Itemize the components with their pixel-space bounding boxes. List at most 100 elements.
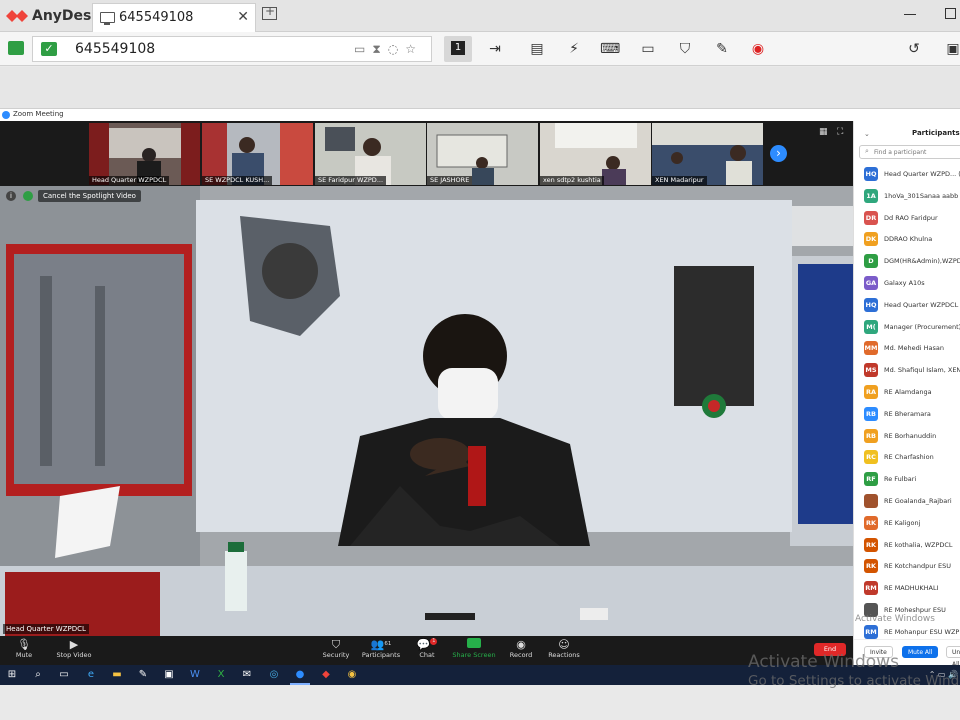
task-view-icon[interactable]: ▭ — [58, 669, 70, 681]
participant-name: RE Alamdanga — [884, 387, 932, 396]
participant-search[interactable]: ⌕ — [859, 145, 960, 159]
participant-thumbnail[interactable]: SE JASHORE — [427, 123, 538, 185]
participant-row[interactable]: RC RE Charfashion — [854, 447, 960, 469]
participant-name: Head Quarter WZPD... (Host) — [884, 170, 960, 178]
anydesk-app-icon[interactable]: ◆ — [320, 669, 332, 681]
session-tab[interactable]: 645549108 ✕ — [92, 3, 256, 32]
actions-lightning-icon[interactable]: ⚡ — [564, 39, 584, 59]
participant-avatar: D — [864, 254, 878, 269]
participant-name: RE Moheshpur ESU — [884, 605, 946, 614]
participant-avatar: DK — [864, 232, 878, 247]
participant-avatar: RC — [864, 450, 878, 465]
participant-avatar: DR — [864, 210, 878, 225]
history-icon[interactable]: ↺ — [904, 39, 924, 59]
participant-row[interactable]: 1A 1hoVa_301Sanaa aabb ooo — [854, 186, 960, 208]
file-explorer-icon[interactable]: ▬ — [111, 669, 123, 681]
participant-row[interactable]: RK RE Kaligonj — [854, 513, 960, 535]
minimize-window-icon[interactable] — [904, 14, 916, 15]
edge-browser-icon[interactable]: e — [85, 669, 97, 681]
chrome-icon[interactable]: ◎ — [268, 669, 280, 681]
participant-avatar: 1A — [864, 188, 878, 203]
participant-row[interactable]: MM Md. Mehedi Hasan — [854, 338, 960, 360]
store-icon[interactable]: ▣ — [163, 669, 175, 681]
participant-avatar: RK — [864, 537, 878, 552]
participant-row[interactable]: RK RE kothalia, WZPDCL — [854, 535, 960, 557]
participant-row[interactable]: HQ Head Quarter WZPD... (Host) — [854, 164, 960, 186]
anydesk-toolbar: ✓ 645549108 ▭⧗◌☆ 1 ⇥ ▤ ⚡ ⌨ ▭ ⛉ ✎ ◉ ↺ ▣ — [0, 32, 960, 66]
new-tab-icon[interactable] — [262, 4, 277, 20]
menu-icon[interactable]: ▣ — [943, 39, 960, 59]
participant-avatar: RM — [864, 624, 878, 639]
participant-thumbnail[interactable]: SE WZPDCL KUSH... — [202, 123, 313, 185]
zoom-app-icon[interactable]: ● — [294, 669, 306, 681]
microphone-icon: 🎙 — [17, 638, 31, 651]
maximize-window-icon[interactable] — [945, 8, 956, 19]
cancel-spotlight-button[interactable]: Cancel the Spotlight Video — [38, 190, 141, 202]
participants-panel: ⌄ Participants (61) ⌕ HQ Head Quarter WZP… — [853, 121, 960, 665]
participant-row[interactable]: RF Re Fulbari — [854, 469, 960, 491]
encryption-shield-icon[interactable] — [23, 191, 33, 201]
gallery-next-icon[interactable]: › — [770, 145, 787, 162]
address-bar[interactable]: ✓ 645549108 ▭⧗◌☆ — [32, 36, 432, 62]
collapse-panel-icon[interactable]: ⌄ — [864, 130, 870, 138]
mute-label: Mute — [15, 651, 33, 659]
gallery-view-icon[interactable]: ▦ — [819, 127, 828, 137]
reactions-button[interactable]: ☺ Reactions — [536, 638, 592, 660]
participant-avatar: HQ — [864, 297, 878, 312]
thumbnail-name: SE WZPDCL KUSH... — [202, 176, 273, 185]
keyboard-icon[interactable]: ⌨ — [600, 39, 620, 59]
participant-avatar: MS — [864, 363, 878, 378]
participant-row[interactable]: M(Manager (Procurement) — [854, 317, 960, 339]
participant-row[interactable]: HQ Head Quarter WZPDCL — [854, 295, 960, 317]
notes-app-icon[interactable]: ✎ — [137, 669, 149, 681]
whiteboard-pen-icon[interactable]: ✎ — [712, 39, 732, 59]
info-icon[interactable]: i — [6, 191, 16, 201]
participant-thumbnail[interactable]: XEN Madaripur — [652, 123, 763, 185]
participant-row[interactable]: RE Goalanda_Rajbari — [854, 491, 960, 513]
participant-row[interactable]: GA Galaxy A10s — [854, 273, 960, 295]
stop-video-button[interactable]: ▶ Stop Video — [46, 638, 102, 660]
participant-row[interactable]: RM RE MADHUKHALI — [854, 578, 960, 600]
zoom-window-title: Zoom Meeting — [13, 110, 64, 118]
chat-icon[interactable]: ▤ — [527, 39, 547, 59]
chat-badge: 1 — [430, 638, 438, 645]
participant-avatar: GA — [864, 275, 878, 290]
participant-search-input[interactable] — [874, 146, 960, 158]
participant-name: DGM(HR&Admin),WZPDCL — [884, 257, 960, 266]
participant-row[interactable]: RK RE Kotchandpur ESU — [854, 556, 960, 578]
address-actions-icon[interactable]: ▭⧗◌☆ — [354, 42, 423, 57]
transfer-icon[interactable]: ⇥ — [485, 39, 505, 59]
participant-name: Head Quarter WZPDCL — [884, 300, 959, 309]
participant-thumbnail[interactable]: SE Faridpur WZPD... — [315, 123, 426, 185]
participant-thumbnail[interactable]: Head Quarter WZPDCL — [89, 123, 200, 185]
chrome-browser-icon[interactable]: ◉ — [346, 669, 358, 681]
participant-name: RE MADHUKHALI — [884, 584, 939, 593]
windows-start-icon[interactable]: ⊞ — [6, 669, 18, 681]
participant-row[interactable]: DR Dd RAO Faridpur — [854, 208, 960, 230]
zoom-control-bar: 🎙 Mute ▶ Stop Video ⛉ Security 👥61 Parti… — [0, 636, 853, 665]
participant-row[interactable]: RB RE Bheramara — [854, 404, 960, 426]
record-session-icon[interactable]: ◉ — [748, 39, 768, 59]
participant-avatar: M( — [864, 319, 878, 334]
mail-icon[interactable]: ✉ — [241, 669, 253, 681]
close-tab-icon[interactable]: ✕ — [237, 9, 249, 25]
anydesk-logo-icon — [6, 10, 28, 22]
participant-row[interactable]: RA RE Alamdanga — [854, 382, 960, 404]
participant-row[interactable]: MS Md. Shafiqul Islam, XEN,... — [854, 360, 960, 382]
permissions-shield-icon[interactable]: ⛉ — [675, 39, 695, 59]
participant-name: Dd RAO Faridpur — [884, 213, 938, 222]
excel-icon[interactable]: X — [215, 669, 227, 681]
participant-row[interactable]: D DGM(HR&Admin),WZPDCL — [854, 251, 960, 273]
thumbnail-name: Head Quarter WZPDCL — [89, 176, 170, 185]
participant-name: RE kothalia, WZPDCL — [884, 540, 953, 549]
participant-row[interactable]: RB RE Borhanuddin — [854, 426, 960, 448]
mute-button[interactable]: 🎙 Mute — [0, 638, 52, 660]
participant-avatar: HQ — [864, 167, 878, 181]
participant-row[interactable]: DK DDRAO Khulna — [854, 229, 960, 251]
participant-thumbnail[interactable]: xen sdtp2 kushtia — [540, 123, 651, 185]
display-icon[interactable]: ▭ — [638, 39, 658, 59]
search-icon[interactable]: ⌕ — [32, 669, 44, 681]
word-icon[interactable]: W — [189, 669, 201, 681]
fullscreen-icon[interactable]: ⛶ — [837, 127, 843, 137]
main-speaker-video: i Cancel the Spotlight Video Head Quarte… — [0, 186, 853, 636]
